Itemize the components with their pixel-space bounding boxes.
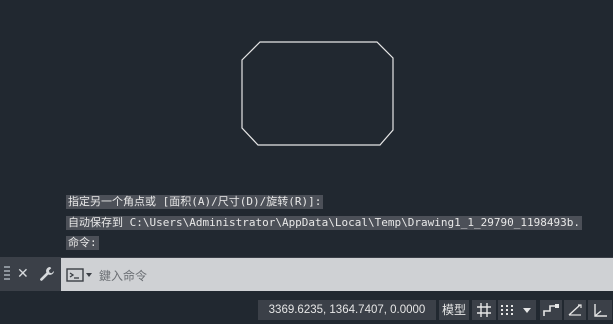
isodraft-icon[interactable] <box>588 300 612 320</box>
history-line: 自动保存到 C:\Users\Administrator\AppData\Loc… <box>66 216 582 230</box>
close-icon[interactable]: ✕ <box>17 266 29 282</box>
command-input-area[interactable] <box>61 258 613 291</box>
history-line: 指定另一个角点或 [面积(A)/尺寸(D)/旋转(R)]: <box>66 195 324 209</box>
snap-mode-icon[interactable] <box>498 300 536 320</box>
grid-icon[interactable] <box>472 300 496 320</box>
history-line: 命令: <box>66 236 99 250</box>
grip-handle[interactable] <box>4 266 10 282</box>
coordinates-readout: 3369.6235, 1364.7407, 0.0000 <box>258 300 436 320</box>
polar-tracking-icon[interactable] <box>564 300 586 320</box>
command-input[interactable] <box>97 265 581 287</box>
wrench-icon[interactable] <box>38 265 56 287</box>
command-prompt-icon[interactable] <box>66 267 94 287</box>
ortho-mode-icon[interactable] <box>540 300 562 320</box>
chamfered-rectangle[interactable] <box>241 41 394 146</box>
model-space-button[interactable]: 模型 <box>439 300 469 320</box>
